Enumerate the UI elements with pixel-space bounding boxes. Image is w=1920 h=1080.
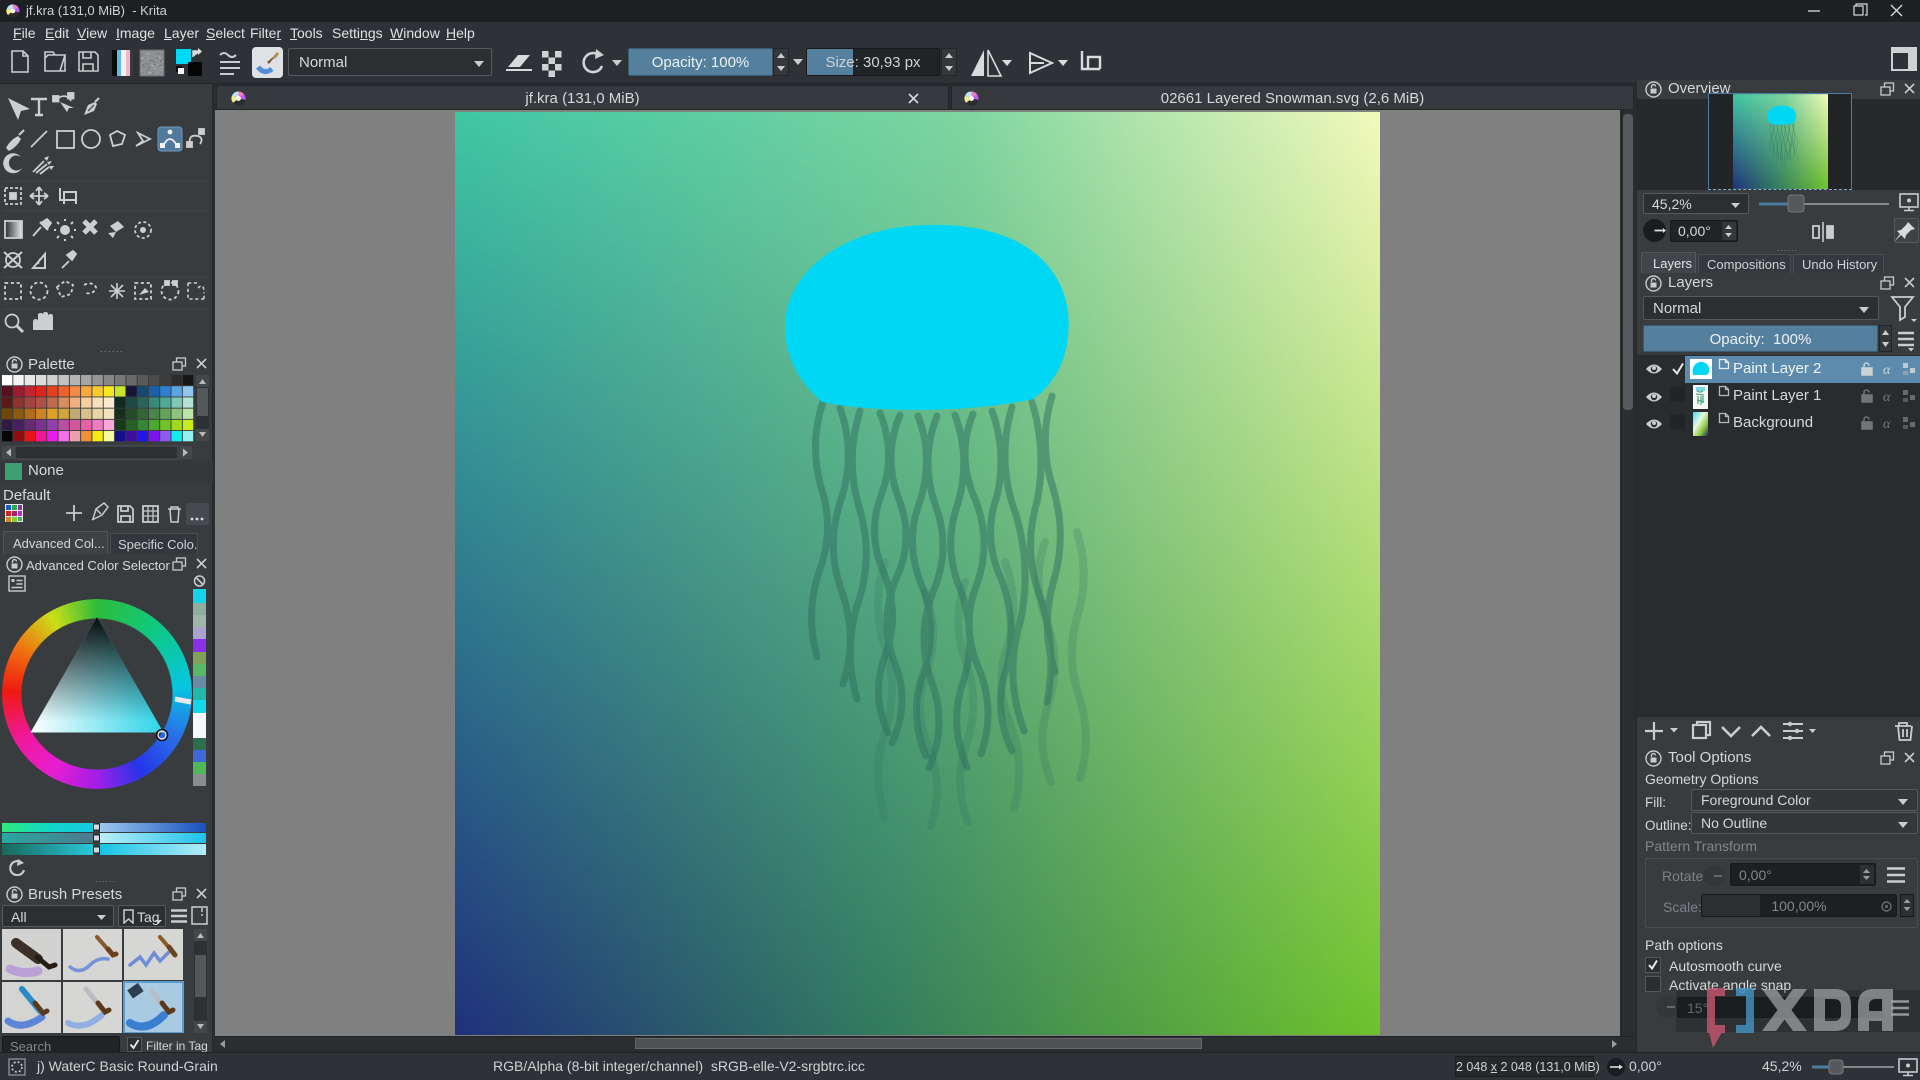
svg-text:α: α (1883, 390, 1891, 404)
svg-text:α: α (1883, 363, 1891, 377)
svg-text:α: α (1883, 417, 1891, 431)
